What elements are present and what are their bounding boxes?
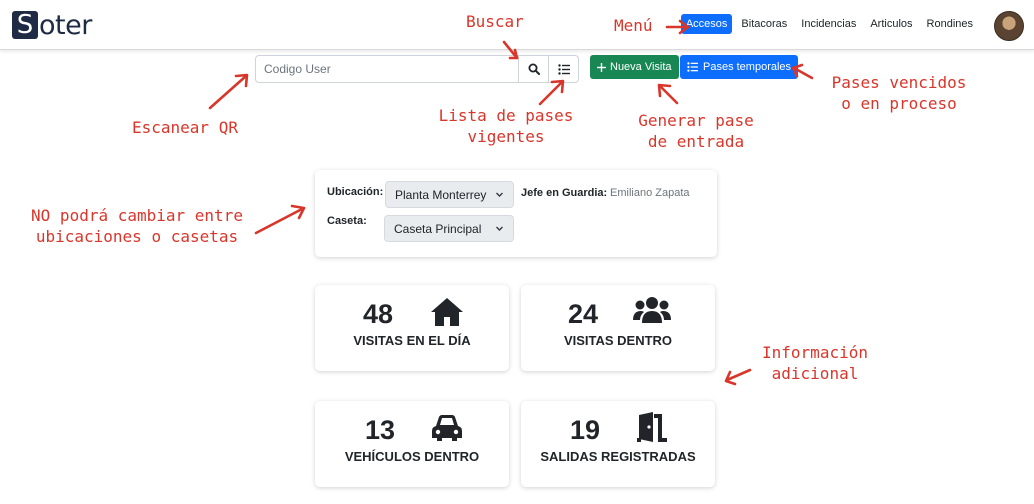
annotation-pases-line1: Pases vencidos [831,73,967,92]
annotation-generar-pase: Generar pase de entrada [632,110,760,152]
annotation-no-podra: NO podrá cambiar entre ubicaciones o cas… [24,205,250,247]
annotation-lista-line1: Lista de pases [438,106,574,125]
annotation-generar-line2: de entrada [647,132,745,151]
annotation-escanear-qr: Escanear QR [132,118,238,137]
annotation-menu: Menú [614,16,653,35]
annotation-lista-line2: vigentes [467,127,545,146]
annotation-no-podra-line2: ubicaciones o casetas [35,227,239,246]
annotation-generar-line1: Generar pase [638,111,754,130]
annotation-buscar: Buscar [466,12,524,31]
annotation-informacion: Información adicional [757,342,873,384]
annotation-pases-vencidos: Pases vencidos o en proceso [824,72,974,114]
annotation-lista-pases: Lista de pases vigentes [434,105,578,147]
annotation-no-podra-line1: NO podrá cambiar entre [31,206,243,225]
annotation-info-line1: Información [762,343,868,362]
annotation-pases-line2: o en proceso [841,94,957,113]
annotation-info-line2: adicional [771,364,859,383]
